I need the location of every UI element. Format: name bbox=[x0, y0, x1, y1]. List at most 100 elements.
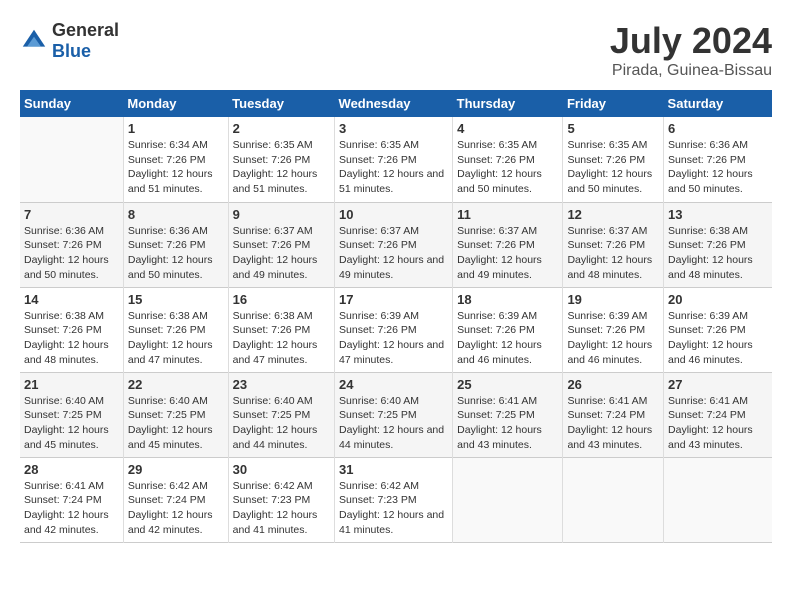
day-info: Sunrise: 6:42 AMSunset: 7:23 PMDaylight:… bbox=[233, 479, 330, 538]
day-number: 2 bbox=[233, 121, 330, 136]
day-number: 29 bbox=[128, 462, 224, 477]
day-number: 22 bbox=[128, 377, 224, 392]
day-info: Sunrise: 6:38 AMSunset: 7:26 PMDaylight:… bbox=[24, 309, 119, 368]
calendar-cell: 5Sunrise: 6:35 AMSunset: 7:26 PMDaylight… bbox=[563, 117, 664, 202]
calendar-cell: 26 Sunrise: 6:41 AMSunset: 7:24 PMDayligh… bbox=[563, 372, 664, 457]
day-info: Sunrise: 6:40 AMSunset: 7:25 PMDaylight:… bbox=[339, 394, 448, 453]
calendar-cell: 31 Sunrise: 6:42 AMSunset: 7:23 PMDayligh… bbox=[335, 457, 453, 542]
day-number: 10 bbox=[339, 207, 448, 222]
calendar-week-row: 21Sunrise: 6:40 AMSunset: 7:25 PMDayligh… bbox=[20, 372, 772, 457]
day-number: 6 bbox=[668, 121, 768, 136]
calendar-cell: 20 Sunrise: 6:39 AMSunset: 7:26 PMDayligh… bbox=[664, 287, 772, 372]
day-info: Sunrise: 6:40 AMSunset: 7:25 PMDaylight:… bbox=[24, 394, 119, 453]
calendar-cell: 14Sunrise: 6:38 AMSunset: 7:26 PMDayligh… bbox=[20, 287, 123, 372]
day-info: Sunrise: 6:34 AMSunset: 7:26 PMDaylight:… bbox=[128, 138, 224, 197]
calendar-cell: 27Sunrise: 6:41 AMSunset: 7:24 PMDayligh… bbox=[664, 372, 772, 457]
day-number: 18 bbox=[457, 292, 558, 307]
day-info: Sunrise: 6:39 AMSunset: 7:26 PMDaylight:… bbox=[668, 309, 768, 368]
calendar-cell: 4 Sunrise: 6:35 AMSunset: 7:26 PMDaylight… bbox=[453, 117, 563, 202]
day-info: Sunrise: 6:36 AMSunset: 7:26 PMDaylight:… bbox=[24, 224, 119, 283]
day-number: 7 bbox=[24, 207, 119, 222]
day-number: 20 bbox=[668, 292, 768, 307]
calendar-cell: 29 Sunrise: 6:42 AMSunset: 7:24 PMDayligh… bbox=[123, 457, 228, 542]
calendar-cell: 19 Sunrise: 6:39 AMSunset: 7:26 PMDayligh… bbox=[563, 287, 664, 372]
day-info: Sunrise: 6:39 AMSunset: 7:26 PMDaylight:… bbox=[567, 309, 659, 368]
day-number: 4 bbox=[457, 121, 558, 136]
calendar-cell: 15 Sunrise: 6:38 AMSunset: 7:26 PMDayligh… bbox=[123, 287, 228, 372]
day-number: 3 bbox=[339, 121, 448, 136]
day-info: Sunrise: 6:35 AMSunset: 7:26 PMDaylight:… bbox=[233, 138, 330, 197]
weekday-header-monday: Monday bbox=[123, 90, 228, 117]
day-info: Sunrise: 6:41 AMSunset: 7:24 PMDaylight:… bbox=[24, 479, 119, 538]
day-number: 9 bbox=[233, 207, 330, 222]
month-year-title: July 2024 bbox=[610, 20, 772, 62]
calendar-week-row: 28Sunrise: 6:41 AMSunset: 7:24 PMDayligh… bbox=[20, 457, 772, 542]
calendar-cell: 21Sunrise: 6:40 AMSunset: 7:25 PMDayligh… bbox=[20, 372, 123, 457]
day-number: 26 bbox=[567, 377, 659, 392]
weekday-header-row: SundayMondayTuesdayWednesdayThursdayFrid… bbox=[20, 90, 772, 117]
day-number: 11 bbox=[457, 207, 558, 222]
day-info: Sunrise: 6:41 AMSunset: 7:24 PMDaylight:… bbox=[567, 394, 659, 453]
calendar-cell: 11 Sunrise: 6:37 AMSunset: 7:26 PMDayligh… bbox=[453, 202, 563, 287]
calendar-cell: 17 Sunrise: 6:39 AMSunset: 7:26 PMDayligh… bbox=[335, 287, 453, 372]
logo-blue-text: Blue bbox=[52, 41, 91, 61]
calendar-cell: 2 Sunrise: 6:35 AMSunset: 7:26 PMDaylight… bbox=[228, 117, 334, 202]
day-info: Sunrise: 6:41 AMSunset: 7:25 PMDaylight:… bbox=[457, 394, 558, 453]
day-number: 25 bbox=[457, 377, 558, 392]
day-number: 27 bbox=[668, 377, 768, 392]
weekday-header-friday: Friday bbox=[563, 90, 664, 117]
calendar-cell: 28Sunrise: 6:41 AMSunset: 7:24 PMDayligh… bbox=[20, 457, 123, 542]
calendar-cell: 12Sunrise: 6:37 AMSunset: 7:26 PMDayligh… bbox=[563, 202, 664, 287]
calendar-cell: 18 Sunrise: 6:39 AMSunset: 7:26 PMDayligh… bbox=[453, 287, 563, 372]
logo: General Blue bbox=[20, 20, 119, 62]
calendar-cell bbox=[664, 457, 772, 542]
weekday-header-tuesday: Tuesday bbox=[228, 90, 334, 117]
day-info: Sunrise: 6:38 AMSunset: 7:26 PMDaylight:… bbox=[233, 309, 330, 368]
day-number: 17 bbox=[339, 292, 448, 307]
calendar-cell: 10Sunrise: 6:37 AMSunset: 7:26 PMDayligh… bbox=[335, 202, 453, 287]
day-number: 23 bbox=[233, 377, 330, 392]
calendar-week-row: 1Sunrise: 6:34 AMSunset: 7:26 PMDaylight… bbox=[20, 117, 772, 202]
day-number: 24 bbox=[339, 377, 448, 392]
calendar-cell: 6Sunrise: 6:36 AMSunset: 7:26 PMDaylight… bbox=[664, 117, 772, 202]
calendar-cell: 1Sunrise: 6:34 AMSunset: 7:26 PMDaylight… bbox=[123, 117, 228, 202]
day-info: Sunrise: 6:38 AMSunset: 7:26 PMDaylight:… bbox=[128, 309, 224, 368]
location-text: Pirada, Guinea-Bissau bbox=[610, 62, 772, 80]
day-info: Sunrise: 6:39 AMSunset: 7:26 PMDaylight:… bbox=[339, 309, 448, 368]
calendar-cell: 16 Sunrise: 6:38 AMSunset: 7:26 PMDayligh… bbox=[228, 287, 334, 372]
day-number: 15 bbox=[128, 292, 224, 307]
day-info: Sunrise: 6:42 AMSunset: 7:24 PMDaylight:… bbox=[128, 479, 224, 538]
weekday-header-sunday: Sunday bbox=[20, 90, 123, 117]
day-number: 16 bbox=[233, 292, 330, 307]
calendar-cell: 30 Sunrise: 6:42 AMSunset: 7:23 PMDayligh… bbox=[228, 457, 334, 542]
logo-general-text: General bbox=[52, 20, 119, 40]
day-number: 8 bbox=[128, 207, 224, 222]
weekday-header-saturday: Saturday bbox=[664, 90, 772, 117]
day-number: 19 bbox=[567, 292, 659, 307]
day-info: Sunrise: 6:39 AMSunset: 7:26 PMDaylight:… bbox=[457, 309, 558, 368]
weekday-header-thursday: Thursday bbox=[453, 90, 563, 117]
weekday-header-wednesday: Wednesday bbox=[335, 90, 453, 117]
calendar-cell: 22Sunrise: 6:40 AMSunset: 7:25 PMDayligh… bbox=[123, 372, 228, 457]
calendar-cell: 9 Sunrise: 6:37 AMSunset: 7:26 PMDaylight… bbox=[228, 202, 334, 287]
calendar-cell: 24 Sunrise: 6:40 AMSunset: 7:25 PMDayligh… bbox=[335, 372, 453, 457]
day-info: Sunrise: 6:37 AMSunset: 7:26 PMDaylight:… bbox=[457, 224, 558, 283]
day-info: Sunrise: 6:42 AMSunset: 7:23 PMDaylight:… bbox=[339, 479, 448, 538]
day-info: Sunrise: 6:35 AMSunset: 7:26 PMDaylight:… bbox=[457, 138, 558, 197]
calendar-cell bbox=[563, 457, 664, 542]
calendar-week-row: 14Sunrise: 6:38 AMSunset: 7:26 PMDayligh… bbox=[20, 287, 772, 372]
calendar-cell: 3 Sunrise: 6:35 AMSunset: 7:26 PMDaylight… bbox=[335, 117, 453, 202]
day-info: Sunrise: 6:40 AMSunset: 7:25 PMDaylight:… bbox=[233, 394, 330, 453]
calendar-cell: 23 Sunrise: 6:40 AMSunset: 7:25 PMDayligh… bbox=[228, 372, 334, 457]
calendar-cell: 25 Sunrise: 6:41 AMSunset: 7:25 PMDayligh… bbox=[453, 372, 563, 457]
day-info: Sunrise: 6:35 AMSunset: 7:26 PMDaylight:… bbox=[339, 138, 448, 197]
title-block: July 2024 Pirada, Guinea-Bissau bbox=[610, 20, 772, 80]
day-number: 31 bbox=[339, 462, 448, 477]
calendar-week-row: 7 Sunrise: 6:36 AMSunset: 7:26 PMDaylight… bbox=[20, 202, 772, 287]
day-number: 30 bbox=[233, 462, 330, 477]
day-info: Sunrise: 6:38 AMSunset: 7:26 PMDaylight:… bbox=[668, 224, 768, 283]
day-info: Sunrise: 6:37 AMSunset: 7:26 PMDaylight:… bbox=[233, 224, 330, 283]
day-info: Sunrise: 6:37 AMSunset: 7:26 PMDaylight:… bbox=[567, 224, 659, 283]
day-info: Sunrise: 6:36 AMSunset: 7:26 PMDaylight:… bbox=[128, 224, 224, 283]
calendar-cell bbox=[453, 457, 563, 542]
